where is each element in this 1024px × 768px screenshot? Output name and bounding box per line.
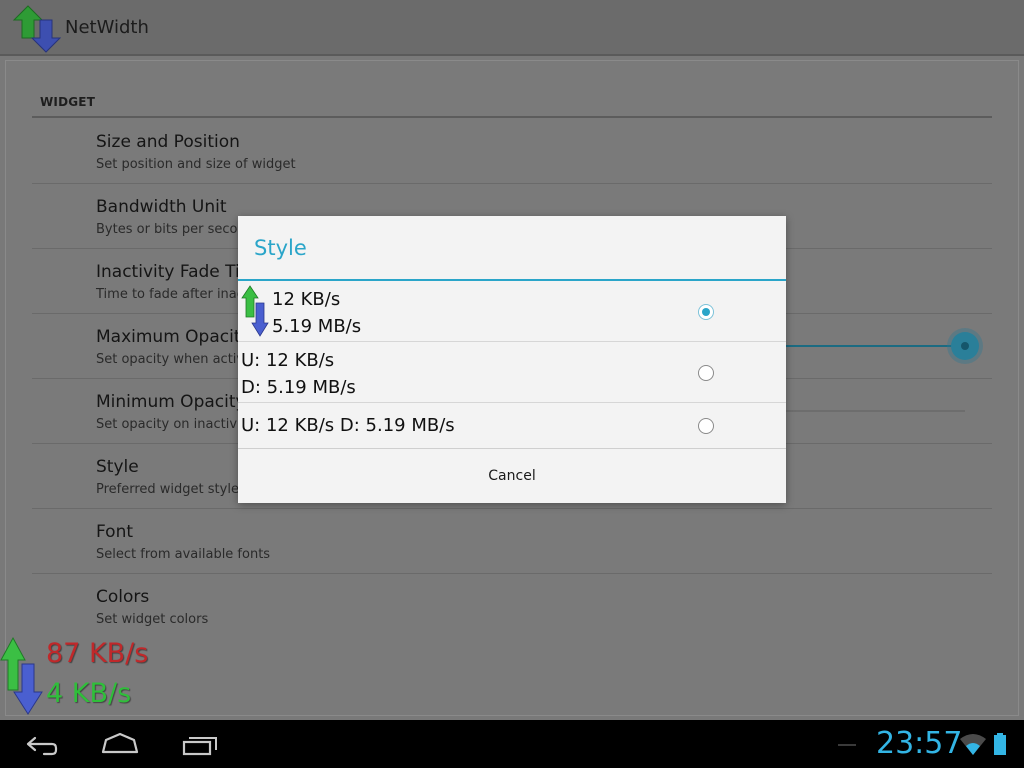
wifi-icon xyxy=(960,734,986,755)
option-download-text: D: 5.19 MB/s xyxy=(241,377,356,398)
style-dialog: Style 12 KB/s 5.19 MB/s U: 12 KB/s D: 5.… xyxy=(238,216,786,503)
pref-colors[interactable]: Colors Set widget colors xyxy=(32,574,992,639)
style-option-single-line[interactable]: U: 12 KB/s D: 5.19 MB/s xyxy=(238,403,786,449)
pref-title: Bandwidth Unit xyxy=(96,197,227,217)
back-icon[interactable] xyxy=(22,728,60,760)
up-down-arrows-icon xyxy=(241,285,269,337)
style-option-two-line[interactable]: U: 12 KB/s D: 5.19 MB/s xyxy=(238,342,786,403)
pref-summary: Set widget colors xyxy=(96,612,209,627)
system-navigation-bar xyxy=(0,720,1024,768)
pref-summary: Bytes or bits per second xyxy=(96,222,254,237)
pref-summary: Set opacity when active xyxy=(96,352,253,367)
radio-unselected[interactable] xyxy=(698,418,714,434)
radio-unselected[interactable] xyxy=(698,365,714,381)
app-icon[interactable] xyxy=(12,4,64,54)
home-icon[interactable] xyxy=(100,728,140,760)
pref-title: Size and Position xyxy=(96,132,240,152)
pref-size-and-position[interactable]: Size and Position Set position and size … xyxy=(32,119,992,184)
battery-icon xyxy=(994,733,1006,755)
cancel-button[interactable]: Cancel xyxy=(238,449,786,503)
pref-font[interactable]: Font Select from available fonts xyxy=(32,509,992,574)
action-bar: NetWidth xyxy=(0,0,1024,56)
max-opacity-slider-thumb[interactable] xyxy=(951,332,979,360)
option-text: U: 12 KB/s D: 5.19 MB/s xyxy=(241,415,455,436)
widget-upload-speed: 87 KB/s xyxy=(46,638,149,669)
pref-title: Colors xyxy=(96,587,150,607)
option-upload-text: 12 KB/s xyxy=(272,289,341,310)
widget-download-speed: 4 KB/s xyxy=(46,678,132,709)
pref-title: Font xyxy=(96,522,134,542)
pref-summary: Set opacity on inactivity xyxy=(96,417,254,432)
radio-selected[interactable] xyxy=(698,304,714,320)
recent-apps-icon[interactable] xyxy=(180,728,222,760)
style-option-icon[interactable]: 12 KB/s 5.19 MB/s xyxy=(238,281,786,342)
pref-title: Maximum Opacity xyxy=(96,327,251,347)
pref-summary: Preferred widget style xyxy=(96,482,239,497)
option-upload-text: U: 12 KB/s xyxy=(241,350,335,371)
widget-arrows-icon xyxy=(0,636,43,715)
app-title: NetWidth xyxy=(65,17,149,38)
dialog-title: Style xyxy=(254,236,307,260)
pref-summary: Select from available fonts xyxy=(96,547,271,562)
clock[interactable]: 23:57 xyxy=(876,726,962,761)
pref-summary: Set position and size of widget xyxy=(96,157,296,172)
option-download-text: 5.19 MB/s xyxy=(272,316,362,337)
pref-title: Minimum Opacity xyxy=(96,392,246,412)
pref-title: Style xyxy=(96,457,139,477)
section-divider xyxy=(32,116,992,118)
section-header: WIDGET xyxy=(40,95,96,109)
notification-indicator xyxy=(838,744,856,746)
